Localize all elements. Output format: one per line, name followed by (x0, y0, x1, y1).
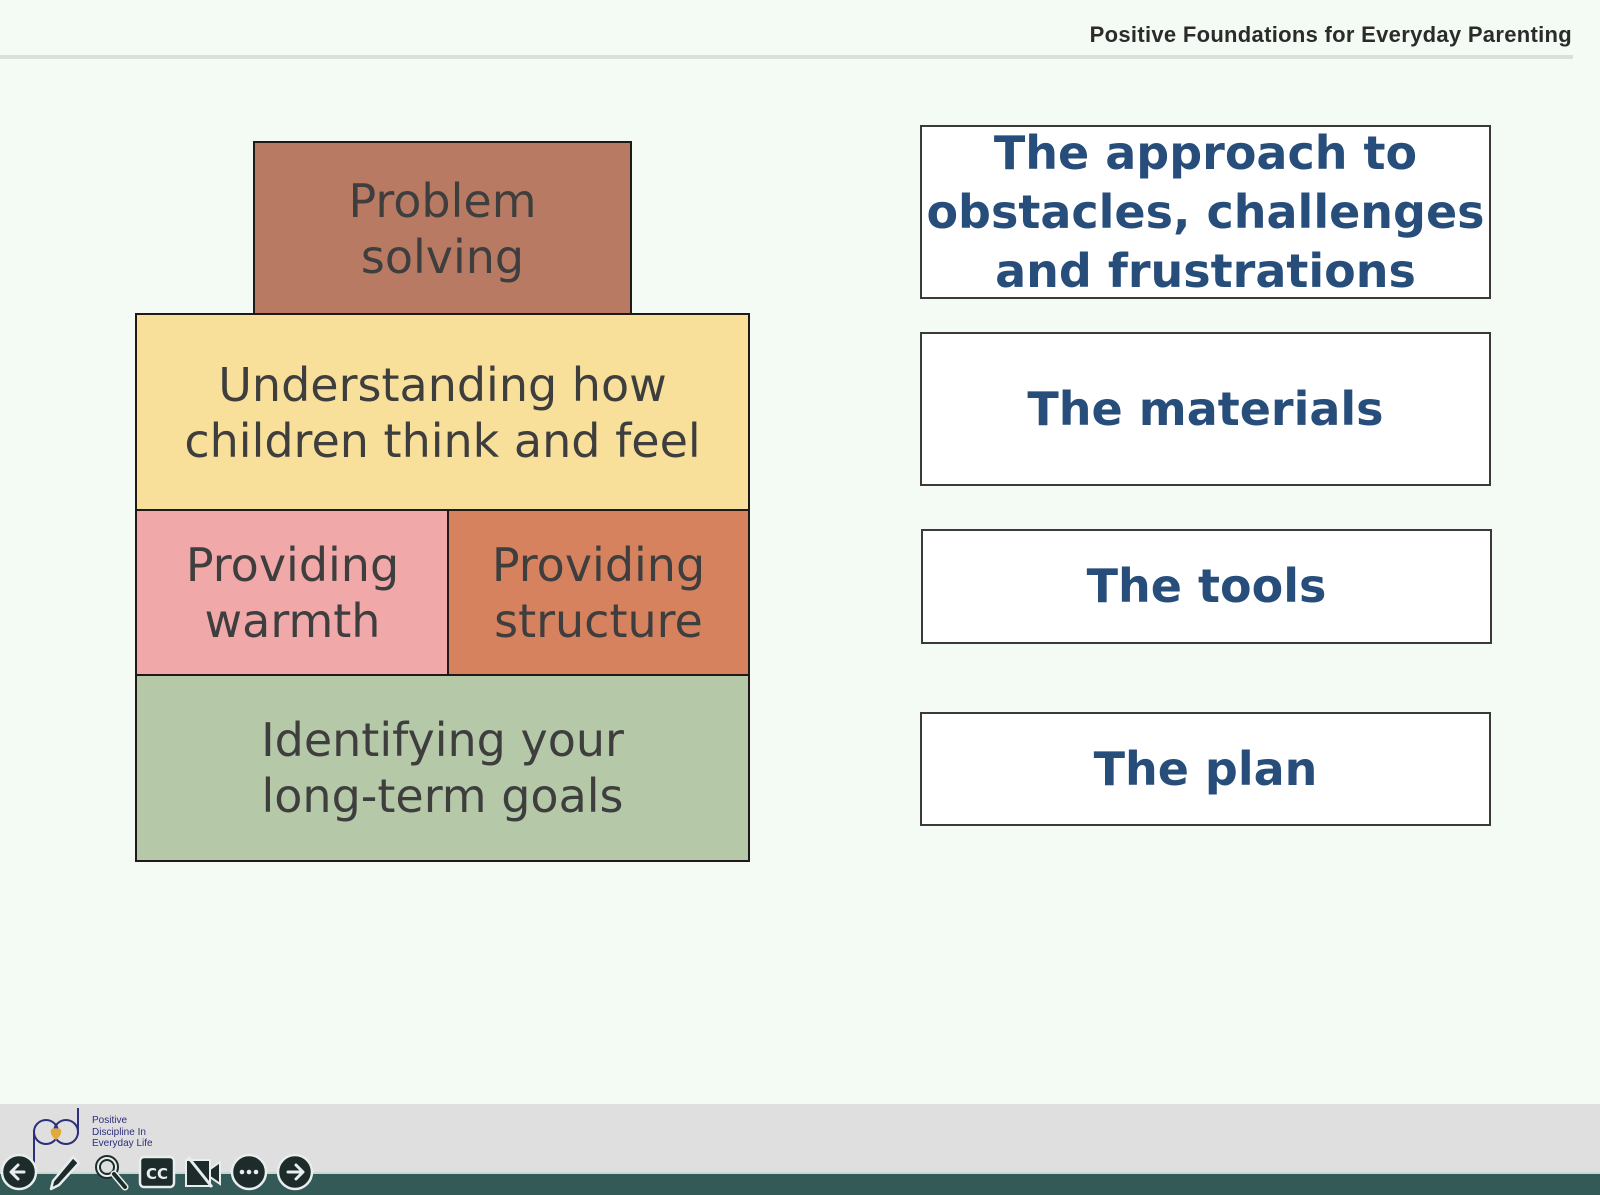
card-tools: The tools (921, 529, 1492, 644)
card-label: The approach to obstacles, challenges an… (926, 125, 1485, 298)
arrow-left-icon (0, 1153, 38, 1191)
cc-icon: CC (138, 1155, 176, 1189)
logo-text: Positive Discipline In Everyday Life (92, 1115, 153, 1149)
card-label: The plan (1093, 741, 1318, 796)
more-button[interactable] (230, 1153, 268, 1191)
header-divider (0, 55, 1573, 59)
block-label: Providing warmth (185, 538, 400, 648)
previous-button[interactable] (0, 1153, 38, 1191)
card-plan: The plan (920, 712, 1491, 826)
magnifier-icon (95, 1155, 129, 1191)
video-off-icon (185, 1156, 221, 1188)
block-label: Problem solving (348, 173, 537, 284)
block-understanding-children: Understanding how children think and fee… (135, 313, 750, 512)
block-label: Understanding how children think and fee… (184, 357, 701, 468)
card-approach: The approach to obstacles, challenges an… (920, 125, 1491, 299)
card-materials: The materials (920, 332, 1491, 486)
svg-text:CC: CC (146, 1165, 168, 1183)
block-providing-structure: Providing structure (447, 509, 750, 677)
block-label: Identifying your long-term goals (261, 713, 624, 823)
ellipsis-icon (230, 1153, 268, 1191)
video-off-button[interactable] (184, 1153, 222, 1191)
arrow-right-icon (276, 1153, 314, 1191)
card-label: The tools (1086, 559, 1327, 613)
next-button[interactable] (276, 1153, 314, 1191)
block-label: Providing structure (491, 538, 706, 648)
block-providing-warmth: Providing warmth (135, 509, 450, 677)
annotate-button[interactable] (45, 1153, 83, 1191)
header-title: Positive Foundations for Everyday Parent… (1089, 22, 1572, 47)
card-label: The materials (1027, 381, 1384, 436)
pencil-icon (49, 1155, 81, 1191)
captions-button[interactable]: CC (138, 1153, 176, 1191)
block-problem-solving: Problem solving (253, 141, 632, 316)
block-long-term-goals: Identifying your long-term goals (135, 674, 750, 862)
zoom-button[interactable] (92, 1153, 130, 1191)
